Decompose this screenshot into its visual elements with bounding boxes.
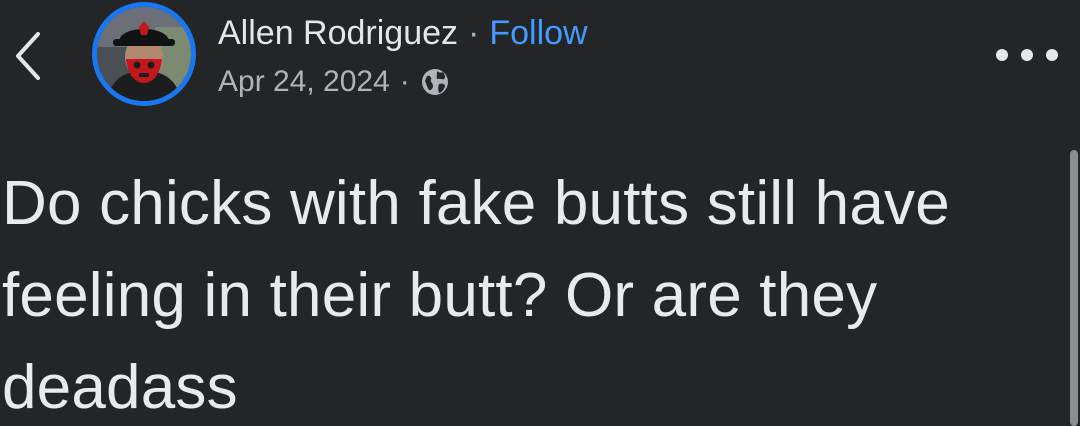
- post-body-text: Do chicks with fake butts still have fee…: [2, 169, 950, 422]
- name-separator: ·: [468, 14, 480, 52]
- post-date[interactable]: Apr 24, 2024: [218, 62, 390, 102]
- post-header: Allen Rodriguez · Follow Apr 24, 2024 ·: [0, 0, 1080, 120]
- more-options-button[interactable]: [996, 40, 1058, 70]
- author-avatar[interactable]: [92, 2, 196, 106]
- chevron-left-icon: [16, 32, 40, 80]
- follow-button[interactable]: Follow: [489, 14, 587, 52]
- author-name[interactable]: Allen Rodriguez: [218, 14, 458, 52]
- more-horizontal-icon-dot: [1046, 49, 1058, 61]
- avatar-image: [97, 7, 191, 101]
- post-meta: Apr 24, 2024 ·: [218, 62, 450, 102]
- globe-icon[interactable]: [420, 67, 450, 97]
- author-line: Allen Rodriguez · Follow: [218, 12, 588, 54]
- more-horizontal-icon-dot: [1021, 49, 1033, 61]
- meta-separator: ·: [399, 65, 410, 98]
- back-button[interactable]: [10, 28, 50, 84]
- more-horizontal-icon-dot: [996, 49, 1008, 61]
- scrollbar[interactable]: [1070, 150, 1078, 426]
